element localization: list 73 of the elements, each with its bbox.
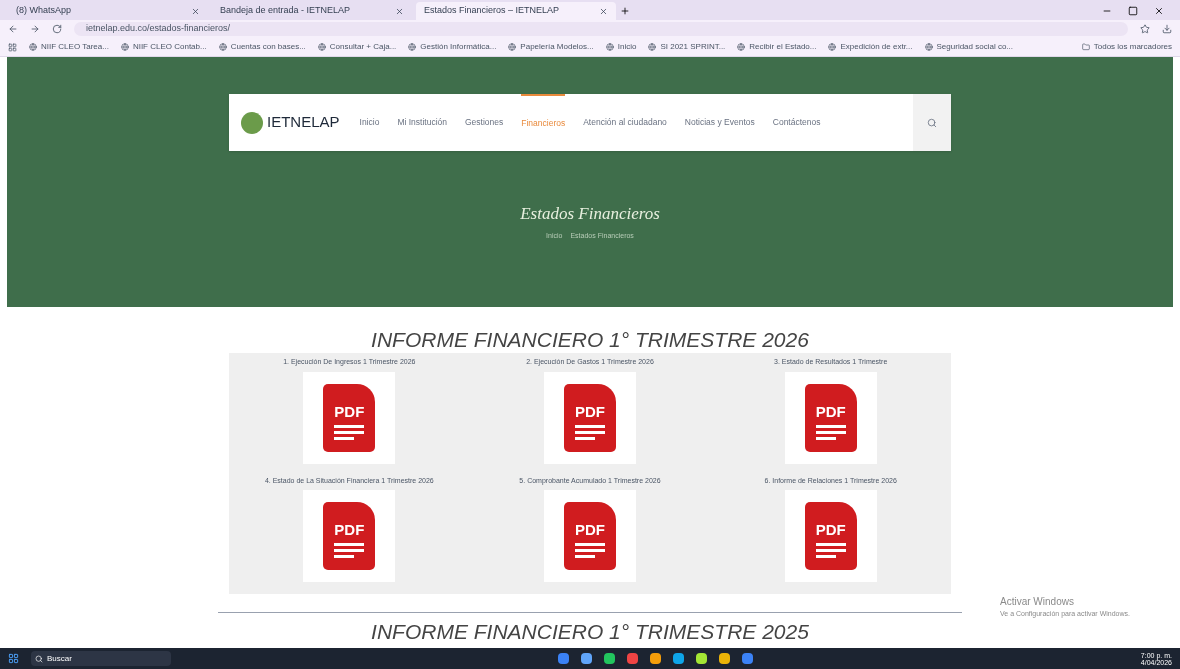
browser-tab[interactable]: Bandeja de entrada - IETNELAP [212,2,412,20]
taskbar-app-icon[interactable] [742,653,754,664]
pdf-thumbnail[interactable]: PDF [303,490,396,583]
pdf-thumbnail[interactable]: PDF [303,371,396,464]
reload-icon[interactable] [52,24,62,34]
bookmark[interactable]: Gestión Informática... [420,41,497,53]
search-icon [35,654,43,663]
bookmark[interactable]: SI 2021 SPRINT... [660,41,726,53]
taskbar-app-icon[interactable] [673,653,685,664]
taskbar-app-icon[interactable] [719,653,731,664]
bookmark[interactable]: Cuentas con bases... [230,41,306,53]
taskbar-app-icon[interactable] [558,653,570,664]
globe-icon[interactable] [924,43,933,51]
pdf-thumbnail[interactable]: PDF [784,490,877,583]
pdf-label: PDF [815,522,846,538]
nav-link[interactable]: Mi Institución [397,94,447,151]
star-icon[interactable] [1140,24,1150,34]
globe-icon[interactable] [828,43,837,51]
browser-tab[interactable]: Estados Financieros – IETNELAP [416,2,616,20]
apps-icon[interactable] [8,42,17,52]
pdf-label: PDF [334,403,365,419]
taskbar-search[interactable]: Buscar [31,651,171,666]
logo-icon [241,111,263,134]
bookmark[interactable]: Papelería Modelos... [520,41,594,53]
section-heading: INFORME FINANCIERO 1° TRIMESTRE 2025 [370,619,810,646]
taskbar-app-icon[interactable] [650,653,662,664]
bookmark[interactable]: Seguridad social co... [936,41,1014,53]
address-bar[interactable]: ietnelap.edu.co/estados-financieros/ [74,22,1128,36]
bookmark[interactable]: NIIF CLEO Tarea... [41,41,109,53]
start-icon[interactable] [8,653,19,664]
globe-icon[interactable] [408,43,417,51]
globe-icon[interactable] [508,43,517,51]
pdf-label: PDF [815,403,846,419]
close-icon[interactable] [1154,6,1164,16]
bookmark[interactable]: Recibir el Estado... [749,41,817,53]
nav-link[interactable]: Atención al ciudadano [583,94,667,151]
folder-icon[interactable] [1081,43,1090,51]
bookmark[interactable]: Expedición de extr... [840,41,913,53]
forward-icon[interactable] [30,24,40,34]
section-heading: INFORME FINANCIERO 1° TRIMESTRE 2026 [370,327,810,353]
pdf-label: PDF [575,522,605,538]
taskbar-app-icon[interactable] [581,653,593,664]
nav-link[interactable]: Noticias y Eventos [684,94,755,151]
bookmark[interactable]: Inicio [617,41,637,53]
globe-icon[interactable] [737,43,746,51]
globe-icon[interactable] [648,43,657,51]
new-tab-icon[interactable] [620,6,630,16]
search-icon [927,117,937,128]
globe-icon[interactable] [120,43,129,51]
taskbar-app-icon[interactable] [696,653,708,664]
site-logo[interactable]: IETNELAP [267,111,340,134]
all-bookmarks[interactable]: Todos los marcadores [1093,41,1172,53]
page-title: Estados Financieros [520,203,660,225]
pdf-label: PDF [575,403,605,419]
pdf-thumbnail[interactable]: PDF [544,371,636,464]
maximize-icon[interactable] [1128,6,1138,16]
globe-icon[interactable] [317,43,326,51]
pdf-thumbnail[interactable]: PDF [544,490,636,583]
bookmark[interactable]: NIIF CLEO Contab... [132,41,207,53]
nav-link[interactable]: Gestiones [465,94,504,151]
download-icon[interactable] [1162,24,1172,34]
globe-icon[interactable] [605,43,614,51]
browser-tab[interactable]: (8) WhatsApp [8,2,208,20]
taskbar-app-icon[interactable] [604,653,616,664]
nav-link[interactable]: Inicio [359,94,380,151]
pdf-thumbnail[interactable]: PDF [784,371,877,464]
activation-title: Activar Windows [1000,594,1075,609]
back-icon[interactable] [8,24,18,34]
globe-icon[interactable] [218,43,227,51]
nav-link[interactable]: Contáctenos [772,94,821,151]
globe-icon[interactable] [29,43,37,51]
pdf-label: PDF [334,522,365,538]
bookmark[interactable]: Consultar + Caja... [329,41,397,53]
